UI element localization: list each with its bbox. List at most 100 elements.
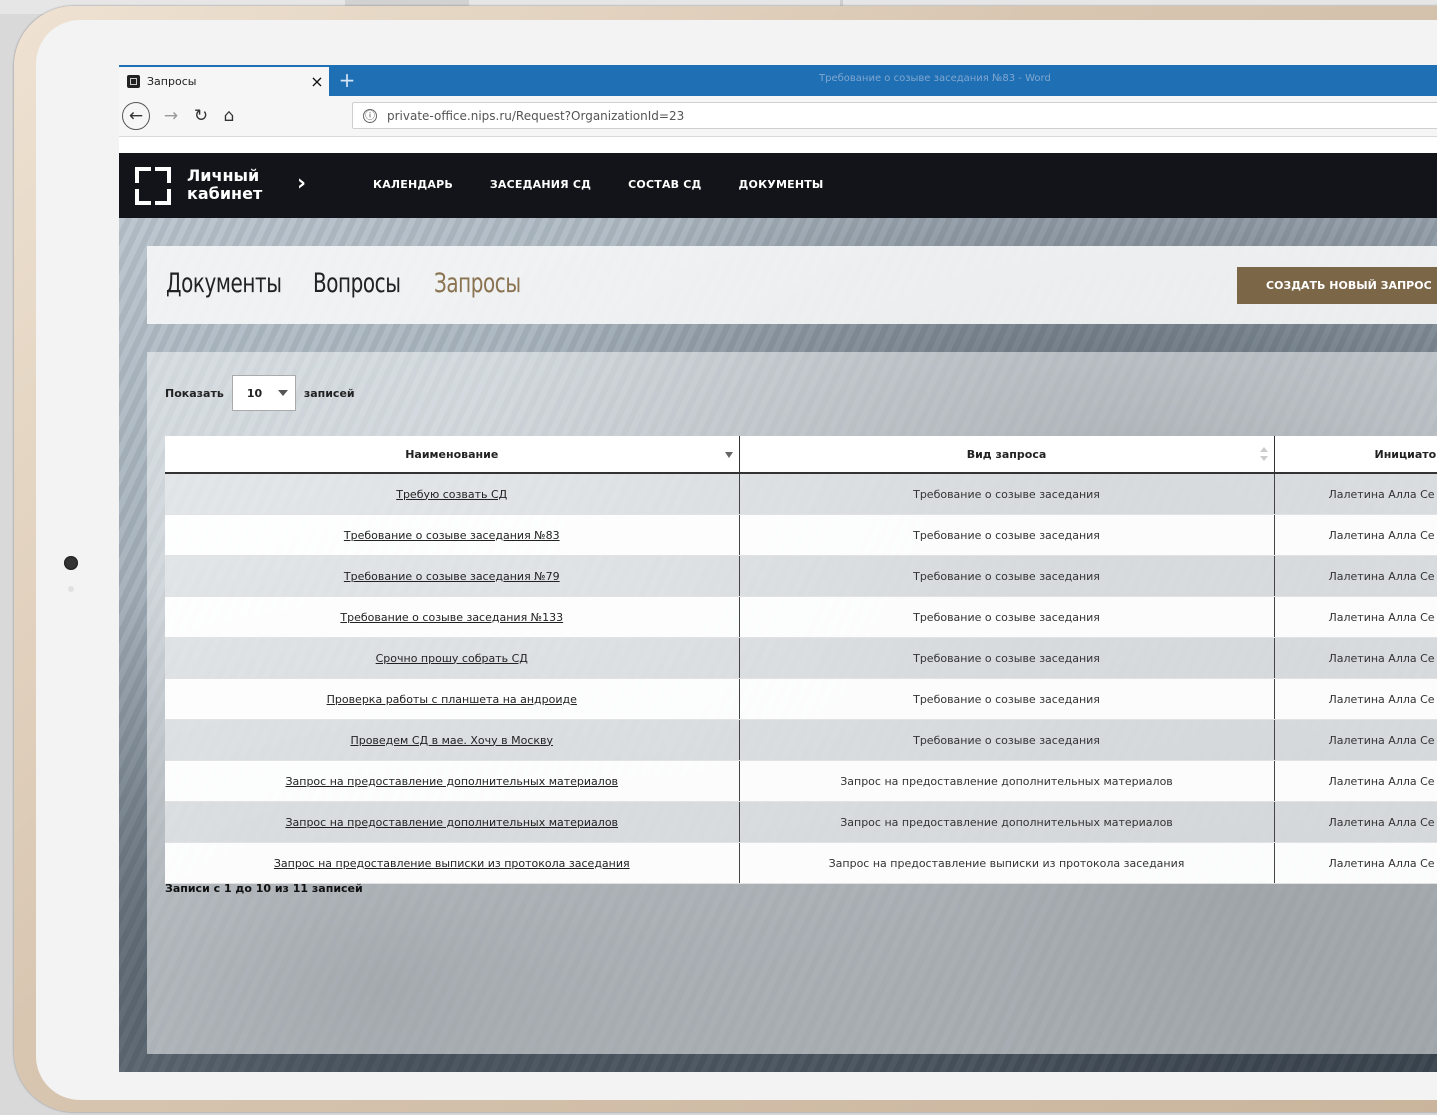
- create-request-button[interactable]: СОЗДАТЬ НОВЫЙ ЗАПРОС: [1237, 267, 1437, 304]
- nav-calendar[interactable]: КАЛЕНДАРЬ: [373, 178, 453, 191]
- initiator-cell: Лалетина Алла Се: [1274, 678, 1437, 720]
- chevron-right-icon[interactable]: ›: [297, 171, 306, 196]
- nav-meetings[interactable]: ЗАСЕДАНИЯ СД: [490, 178, 591, 191]
- table-row: Проверка работы с планшета на андроиде Т…: [165, 678, 1437, 720]
- browser-screen: Запросы × + Требование о созыве заседани…: [119, 65, 1437, 1072]
- sort-icon: [1259, 447, 1268, 461]
- table-row: Требование о созыве заседания №83 Требов…: [165, 514, 1437, 556]
- table-row: Срочно прошу собрать СД Требование о соз…: [165, 637, 1437, 679]
- request-name-cell[interactable]: Запрос на предоставление дополнительных …: [165, 760, 740, 802]
- records-info: Записи с 1 до 10 из 11 записей: [165, 882, 363, 895]
- tab-requests[interactable]: Запросы: [434, 268, 521, 299]
- request-name-cell[interactable]: Требование о созыве заседания №133: [165, 596, 740, 638]
- request-name-cell[interactable]: Требую созвать СД: [165, 473, 740, 515]
- table-row: Запрос на предоставление дополнительных …: [165, 760, 1437, 802]
- initiator-cell: Лалетина Алла Се: [1274, 514, 1437, 556]
- request-link[interactable]: Запрос на предоставление выписки из прот…: [274, 857, 630, 870]
- back-arrow-icon[interactable]: ←: [122, 102, 150, 130]
- table-row: Требую созвать СД Требование о созыве за…: [165, 473, 1437, 515]
- request-name-cell[interactable]: Требование о созыве заседания №79: [165, 555, 740, 597]
- initiator-cell: Лалетина Алла Се: [1274, 596, 1437, 638]
- initiator-cell: Лалетина Алла Се: [1274, 801, 1437, 843]
- table-row: Запрос на предоставление выписки из прот…: [165, 842, 1437, 884]
- request-link[interactable]: Проверка работы с планшета на андроиде: [327, 693, 577, 706]
- tab-questions[interactable]: Вопросы: [313, 268, 401, 299]
- request-type-cell: Требование о созыве заседания: [739, 719, 1275, 761]
- page-size-control: Показать 10 записей: [165, 375, 355, 411]
- home-icon[interactable]: ⌂: [215, 102, 243, 130]
- request-name-cell[interactable]: Срочно прошу собрать СД: [165, 637, 740, 679]
- initiator-cell: Лалетина Алла Се: [1274, 555, 1437, 597]
- request-link[interactable]: Запрос на предоставление дополнительных …: [285, 816, 618, 829]
- logo-text[interactable]: Личный кабинет: [187, 167, 277, 203]
- request-type-cell: Требование о созыве заседания: [739, 637, 1275, 679]
- logo-corner: [155, 189, 171, 205]
- request-link[interactable]: Срочно прошу собрать СД: [376, 652, 528, 665]
- url-text: private-office.nips.ru/Request?Organizat…: [387, 108, 685, 123]
- column-header-type-label: Вид запроса: [966, 447, 1047, 461]
- window-title: Требование о созыве заседания №83 - Word: [819, 73, 1051, 84]
- initiator-cell: Лалетина Алла Се: [1274, 637, 1437, 679]
- column-header-initiator-label: Инициатор: [1374, 447, 1437, 461]
- request-type-cell: Запрос на предоставление выписки из прот…: [739, 842, 1275, 884]
- request-name-cell[interactable]: Проверка работы с планшета на андроиде: [165, 678, 740, 720]
- tab-title: Запросы: [147, 75, 197, 88]
- request-type-cell: Запрос на предоставление дополнительных …: [739, 801, 1275, 843]
- request-type-cell: Требование о созыве заседания: [739, 514, 1275, 556]
- tab-strip: Запросы × + Требование о созыве заседани…: [119, 65, 1437, 96]
- camera-icon: [64, 556, 78, 570]
- records-label: записей: [303, 386, 355, 400]
- request-link[interactable]: Требование о созыве заседания №79: [344, 570, 560, 583]
- section-tabs: Документы Вопросы Запросы: [166, 268, 540, 299]
- new-tab-button[interactable]: +: [337, 68, 357, 92]
- close-tab-icon[interactable]: ×: [305, 72, 329, 91]
- nav-board-members[interactable]: СОСТАВ СД: [628, 178, 701, 191]
- reload-icon[interactable]: ↻: [187, 102, 215, 130]
- browser-navbar: ← → ↻ ⌂ ⓘ private-office.nips.ru/Request…: [119, 96, 1437, 137]
- logo-corner: [155, 167, 171, 183]
- title-panel: Документы Вопросы Запросы СОЗДАТЬ НОВЫЙ …: [147, 246, 1437, 324]
- favicon-icon: [127, 75, 140, 88]
- request-link[interactable]: Требование о созыве заседания №83: [344, 529, 560, 542]
- request-link[interactable]: Требую созвать СД: [396, 488, 507, 501]
- browser-tab[interactable]: Запросы ×: [119, 67, 329, 96]
- column-header-name[interactable]: Наименование: [165, 436, 740, 474]
- tab-documents[interactable]: Документы: [166, 268, 282, 299]
- column-header-type[interactable]: Вид запроса: [739, 436, 1275, 474]
- table-row: Запрос на предоставление дополнительных …: [165, 801, 1437, 843]
- column-header-initiator[interactable]: Инициатор: [1274, 436, 1437, 474]
- initiator-cell: Лалетина Алла Се: [1274, 473, 1437, 515]
- page-size-value: 10: [246, 386, 263, 400]
- logo-corner: [135, 189, 151, 205]
- table-panel: Показать 10 записей Наименование Вид зап…: [147, 352, 1437, 1054]
- request-type-cell: Требование о созыве заседания: [739, 473, 1275, 515]
- request-type-cell: Требование о созыве заседания: [739, 596, 1275, 638]
- sort-desc-icon: [724, 452, 733, 458]
- logo-corner: [135, 167, 151, 183]
- initiator-cell: Лалетина Алла Се: [1274, 760, 1437, 802]
- request-link[interactable]: Проведем СД в мае. Хочу в Москву: [350, 734, 553, 747]
- logo-icon[interactable]: [135, 167, 171, 205]
- request-name-cell[interactable]: Запрос на предоставление выписки из прот…: [165, 842, 740, 884]
- table-row: Требование о созыве заседания №79 Требов…: [165, 555, 1437, 597]
- chevron-down-icon: [278, 390, 289, 396]
- forward-arrow-icon[interactable]: →: [157, 102, 185, 130]
- column-header-name-label: Наименование: [405, 447, 499, 461]
- info-icon[interactable]: ⓘ: [363, 108, 377, 123]
- address-bar[interactable]: ⓘ private-office.nips.ru/Request?Organiz…: [352, 102, 1437, 129]
- request-name-cell[interactable]: Требование о созыве заседания №83: [165, 514, 740, 556]
- table-row: Проведем СД в мае. Хочу в Москву Требова…: [165, 719, 1437, 761]
- requests-table: Наименование Вид запроса Инициатор Требу…: [165, 436, 1437, 884]
- sensor-icon: [68, 586, 74, 592]
- main-nav: КАЛЕНДАРЬ ЗАСЕДАНИЯ СД СОСТАВ СД ДОКУМЕН…: [373, 178, 824, 191]
- request-link[interactable]: Требование о созыве заседания №133: [340, 611, 563, 624]
- site-header: Личный кабинет › КАЛЕНДАРЬ ЗАСЕДАНИЯ СД …: [119, 153, 1437, 218]
- nav-documents[interactable]: ДОКУМЕНТЫ: [739, 178, 824, 191]
- table-header-row: Наименование Вид запроса Инициатор: [165, 436, 1437, 474]
- page-size-select[interactable]: 10: [231, 375, 296, 411]
- request-name-cell[interactable]: Проведем СД в мае. Хочу в Москву: [165, 719, 740, 761]
- request-link[interactable]: Запрос на предоставление дополнительных …: [285, 775, 618, 788]
- request-name-cell[interactable]: Запрос на предоставление дополнительных …: [165, 801, 740, 843]
- request-type-cell: Требование о созыве заседания: [739, 555, 1275, 597]
- show-label: Показать: [165, 386, 224, 400]
